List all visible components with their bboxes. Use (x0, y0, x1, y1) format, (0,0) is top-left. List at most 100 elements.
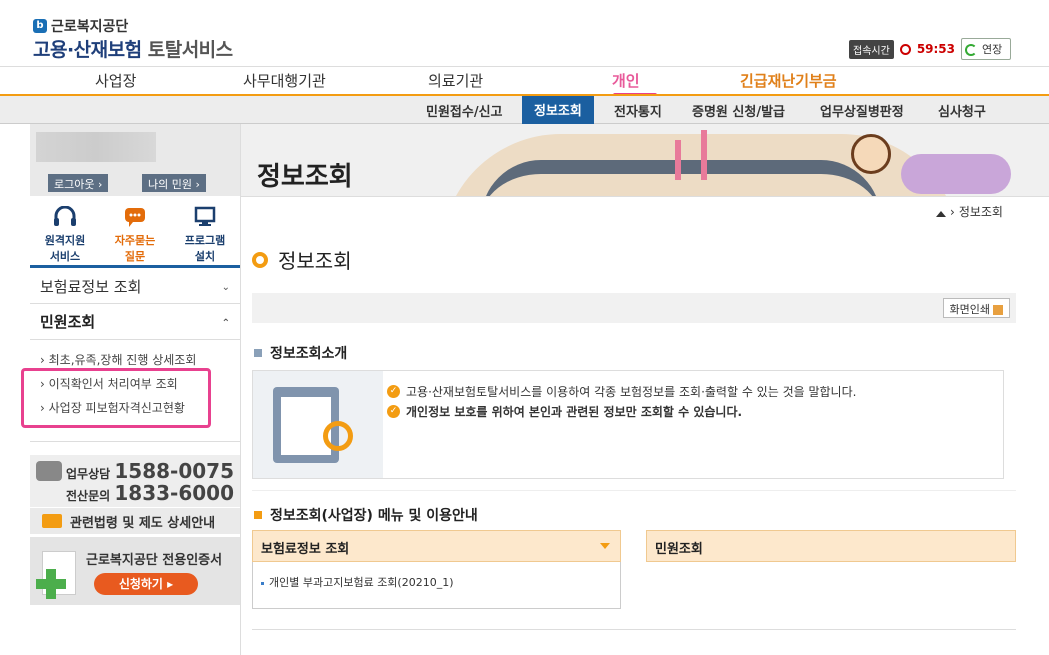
session-timer: 59:53 (916, 42, 956, 56)
menu-insurance-label: 보험료정보 조회 (40, 278, 142, 296)
nav-medical[interactable]: 의료기관 (428, 70, 483, 91)
home-icon[interactable] (936, 207, 946, 217)
call-line-2: 전산문의 1833-6000 (66, 481, 234, 505)
section-bullet-icon (254, 349, 262, 357)
nav-agency[interactable]: 사무대행기관 (243, 70, 326, 91)
breadcrumb-separator: › (950, 204, 955, 219)
apply-label: 신청하기 (118, 577, 163, 591)
call-number-2: 1833-6000 (114, 481, 234, 505)
headset-icon (53, 205, 77, 228)
breadcrumb: › 정보조회 (936, 203, 1003, 220)
print-screen-button[interactable]: 화면인쇄 (942, 298, 1010, 318)
user-box: 로그아웃 › 나의 민원 › (30, 124, 240, 196)
logout-button[interactable]: 로그아웃 › (48, 174, 109, 192)
faq-link[interactable]: 자주묻는 질문 (100, 202, 170, 265)
intro-section-title: 정보조회소개 (254, 343, 347, 363)
remote-support-label: 원격지원 서비스 (44, 234, 86, 263)
arrow-up-icon (675, 140, 681, 180)
intro-illustration (253, 371, 383, 478)
guide-section-title: 정보조회(사업장) 메뉴 및 이용안내 (254, 505, 478, 525)
service-title[interactable]: 고용·산재보험 토탈서비스 (33, 35, 233, 62)
menu-insurance-inquiry[interactable]: 보험료정보 조회 ⌄ (30, 270, 240, 304)
nav-business[interactable]: 사업장 (95, 70, 136, 91)
column-divider (240, 124, 241, 655)
intro-box: ✓ 고용·산재보험토탈서비스를 이용하여 각종 보험정보를 조회·출력할 수 있… (252, 370, 1004, 479)
org-name: 근로복지공단 (51, 19, 129, 35)
main-nav: 사업장 사무대행기관 의료기관 개인 긴급재난기부금 (0, 66, 1049, 97)
nav-disaster-fund[interactable]: 긴급재난기부금 (740, 70, 837, 91)
quick-links: 원격지원 서비스 자주묻는 질문 프로그램 설치 (30, 202, 240, 268)
banner-title: 정보조회 (257, 162, 353, 192)
clock-icon (899, 43, 911, 55)
certificate-banner: 근로복지공단 전용인증서 신청하기 ▸ (30, 537, 240, 605)
extend-session-button[interactable]: 연장 (961, 38, 1012, 60)
apply-certificate-button[interactable]: 신청하기 ▸ (94, 573, 198, 595)
person-illustration (851, 134, 891, 174)
header: b 근로복지공단 고용·산재보험 토탈서비스 접속시간 59:53 연장 (0, 0, 1049, 66)
monitor-icon (193, 206, 217, 228)
certificate-title: 근로복지공단 전용인증서 (86, 553, 223, 568)
printer-icon (993, 305, 1003, 315)
intro-line-text: 고용·산재보험토탈서비스를 이용하여 각종 보험정보를 조회·출력할 수 있는 … (406, 385, 857, 399)
phone-icon (36, 461, 62, 481)
session-timer-area: 접속시간 59:53 연장 (849, 38, 1012, 60)
service-title-sub: 토탈서비스 (147, 39, 233, 61)
nav-personal[interactable]: 개인 (612, 70, 640, 91)
subnav-certificate[interactable]: 증명원 신청/발급 (692, 101, 785, 120)
bullet-icon (261, 581, 264, 585)
title-bullet-icon (252, 251, 268, 268)
guide-insurance-header-label: 보험료정보 조회 (261, 542, 350, 557)
cloud-illustration (901, 154, 1011, 194)
magnifier-icon (323, 421, 353, 451)
arrow-up-icon (701, 130, 707, 180)
org-logo[interactable]: b 근로복지공단 (33, 16, 128, 36)
subnav-disease-judgment[interactable]: 업무상질병판정 (820, 101, 904, 120)
chevron-down-icon: ⌄ (221, 282, 230, 293)
print-bar: 화면인쇄 (252, 293, 1016, 323)
highlight-annotation-box (21, 368, 211, 428)
intro-line-1: ✓ 고용·산재보험토탈서비스를 이용하여 각종 보험정보를 조회·출력할 수 있… (387, 383, 856, 400)
intro-line-2: ✓ 개인정보 보호를 위하여 본인과 관련된 정보만 조회할 수 있습니다. (387, 403, 742, 420)
banner-divider (241, 196, 1049, 197)
chevron-up-icon: ⌃ (221, 318, 230, 329)
subnav-petition[interactable]: 민원접수/신고 (426, 101, 503, 120)
program-install-label: 프로그램 설치 (184, 234, 226, 263)
print-label: 화면인쇄 (949, 303, 990, 316)
program-install-link[interactable]: 프로그램 설치 (170, 202, 240, 265)
intro-title-text: 정보조회소개 (270, 346, 348, 362)
service-title-main: 고용·산재보험 (33, 39, 142, 61)
logout-label: 로그아웃 (54, 178, 95, 191)
menu-civil-label: 민원조회 (40, 313, 96, 331)
check-icon: ✓ (387, 405, 400, 418)
check-icon: ✓ (387, 385, 400, 398)
page-title-text: 정보조회 (278, 249, 352, 273)
logo-mark-icon: b (33, 19, 47, 33)
guide-civil-header-label: 민원조회 (655, 542, 703, 557)
my-petition-button[interactable]: 나의 민원 › (142, 174, 206, 192)
plus-icon (36, 569, 66, 599)
session-label: 접속시간 (849, 39, 894, 59)
guide-insurance-list: 개인별 부과고지보험료 조회(20210_1) (252, 562, 621, 609)
sidebar-divider (30, 441, 240, 442)
intro-line-text: 개인정보 보호를 위하여 본인과 관련된 정보만 조회할 수 있습니다. (406, 405, 743, 419)
page-banner: 정보조회 (241, 124, 1049, 196)
call-center-box: 업무상담 1588-0075 전산문의 1833-6000 (30, 455, 240, 507)
extend-label: 연장 (982, 43, 1003, 56)
subnav-e-notice[interactable]: 전자통지 (614, 101, 662, 120)
breadcrumb-current: 정보조회 (958, 205, 1003, 219)
guide-civil-header[interactable]: 민원조회 (646, 530, 1016, 562)
guide-title-text: 정보조회(사업장) 메뉴 및 이용안내 (270, 508, 478, 524)
guide-insurance-item[interactable]: 개인별 부과고지보험료 조회(20210_1) (269, 576, 454, 589)
paper-graphic (281, 397, 331, 455)
subnav-info-inquiry[interactable]: 정보조회 (522, 96, 594, 124)
guide-insurance-header[interactable]: 보험료정보 조회 (252, 530, 621, 562)
law-guide-label: 관련법령 및 제도 상세안내 (70, 516, 216, 531)
subnav-appeal[interactable]: 심사청구 (938, 101, 986, 120)
remote-support-link[interactable]: 원격지원 서비스 (30, 202, 100, 265)
menu-civil-inquiry[interactable]: 민원조회 ⌃ (30, 306, 240, 340)
submenu-item-label: 최초,유족,장해 진행 상세조회 (48, 353, 197, 367)
page-title: 정보조회 (252, 245, 352, 274)
chat-bubble-icon (123, 206, 147, 228)
law-guide-link[interactable]: 관련법령 및 제도 상세안내 (30, 508, 240, 534)
call-line-1: 업무상담 1588-0075 (66, 459, 234, 483)
